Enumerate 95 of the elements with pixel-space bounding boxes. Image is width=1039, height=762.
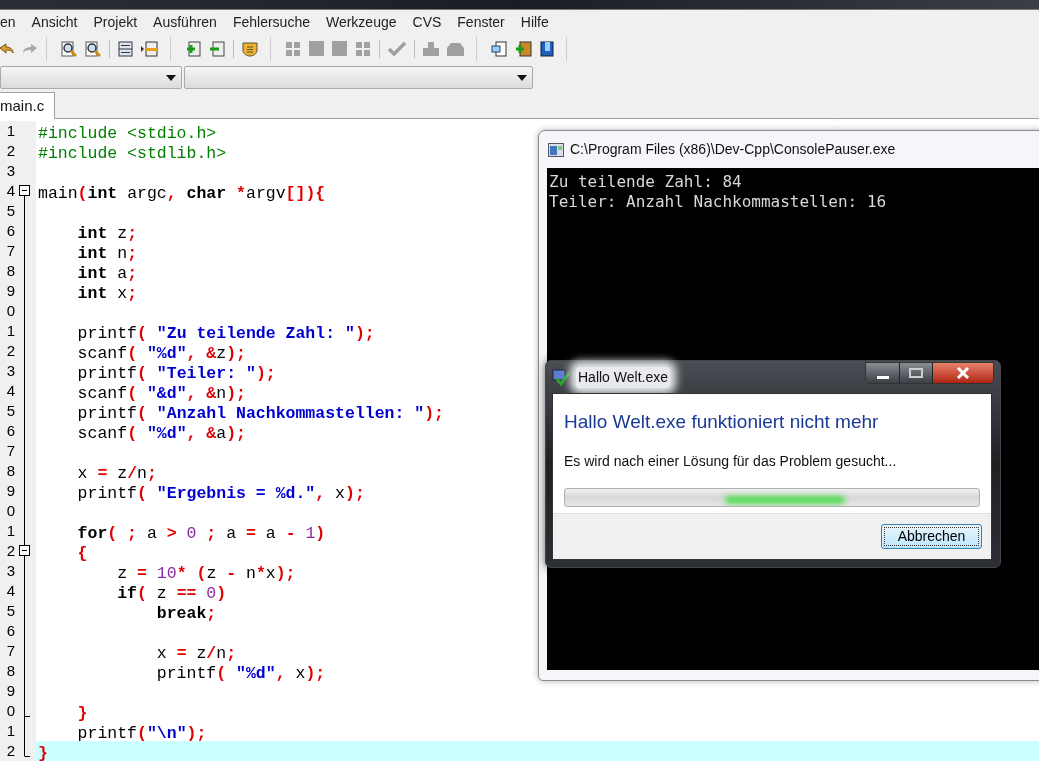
menu-item[interactable]: en xyxy=(0,12,24,33)
menu-item[interactable]: Projekt xyxy=(85,12,146,33)
code-line: printf( "%d", x); xyxy=(155,664,326,683)
line-number: 1 xyxy=(5,121,15,141)
code-line: { xyxy=(76,544,88,563)
line-number: 3 xyxy=(5,361,15,381)
code-line: int z; xyxy=(76,224,138,243)
code-line: break; xyxy=(155,604,217,623)
console-line: Zu teilende Zahl: 84 xyxy=(549,172,742,192)
find-icon[interactable] xyxy=(61,40,77,57)
line-number: 8 xyxy=(5,661,15,681)
maximize-button[interactable] xyxy=(900,363,933,383)
undo-icon[interactable] xyxy=(0,41,14,56)
line-number: 5 xyxy=(5,401,15,421)
line-number: 8 xyxy=(5,461,15,481)
line-number: 7 xyxy=(5,441,15,461)
code-line: printf( "Teiler: "); xyxy=(76,364,276,383)
code-line: int n; xyxy=(76,244,138,263)
line-number: 2 xyxy=(5,541,15,561)
line-number: 1 xyxy=(5,521,15,541)
minimize-button[interactable] xyxy=(866,363,900,383)
fold-toggle-icon[interactable] xyxy=(19,541,30,561)
console-line: Teiler: Anzahl Nachkommastellen: 16 xyxy=(549,192,887,212)
code-line: #include <stdlib.h> xyxy=(38,144,227,163)
line-number: 8 xyxy=(5,261,15,281)
menu-item[interactable]: Fehlersuche xyxy=(224,12,318,33)
line-number: 5 xyxy=(5,201,15,221)
check-icon[interactable] xyxy=(388,41,406,56)
menu-item[interactable]: Ansicht xyxy=(23,12,86,33)
line-number: 5 xyxy=(5,601,15,621)
badge-icon[interactable] xyxy=(242,40,258,57)
rows-icon[interactable] xyxy=(118,40,133,57)
window-title: C:\Program Files (x86)\Dev-Cpp\ConsolePauser.exe xyxy=(570,140,896,159)
line-number: 2 xyxy=(5,341,15,361)
console-icon xyxy=(548,142,564,157)
menu-item[interactable]: Fenster xyxy=(449,12,513,33)
line-number: 0 xyxy=(5,301,15,321)
code-line: printf( "Zu teilende Zahl: "); xyxy=(76,324,375,343)
menu-item[interactable]: Werkzeuge xyxy=(317,12,405,33)
line-number: 6 xyxy=(5,421,15,441)
code-line: } xyxy=(38,744,48,762)
code-line: main(int argc, char *argv[]){ xyxy=(38,184,326,203)
code-line: } xyxy=(76,704,88,723)
code-line: #include <stdio.h> xyxy=(38,124,217,143)
close-icon xyxy=(956,367,970,379)
code-line: int x; xyxy=(76,284,138,303)
cancel-button[interactable]: Abbrechen xyxy=(881,524,982,549)
line-number: 2 xyxy=(5,741,15,761)
menu-item[interactable]: CVS xyxy=(404,12,450,33)
line-number: 0 xyxy=(5,701,15,721)
line-number: 9 xyxy=(5,481,15,501)
code-line: scanf( "&d", &n); xyxy=(76,384,246,403)
book-icon[interactable] xyxy=(540,40,554,57)
code-line: int a; xyxy=(76,264,138,283)
window-icon[interactable] xyxy=(491,40,507,57)
code-line: for( ; a > 0 ; a = a - 1) xyxy=(76,524,326,543)
line-number: 7 xyxy=(5,641,15,661)
menu-item[interactable]: Ausführen xyxy=(145,12,225,33)
line-number: 3 xyxy=(5,161,15,181)
line-number: 2 xyxy=(5,141,15,161)
code-line: scanf( "%d", &a); xyxy=(76,424,246,443)
line-number: 1 xyxy=(5,321,15,341)
line-number: 6 xyxy=(5,621,15,641)
line-number: 4 xyxy=(5,381,15,401)
add-icon[interactable] xyxy=(185,40,201,57)
line-number: 3 xyxy=(5,561,15,581)
line-number: 1 xyxy=(5,721,15,741)
code-line: printf( "Ergebnis = %d.", x); xyxy=(76,484,365,503)
file-tab[interactable]: main.c xyxy=(0,92,56,119)
program-icon xyxy=(552,368,570,386)
caret-icon xyxy=(517,74,527,81)
caret-icon xyxy=(166,74,176,81)
menu-item[interactable]: Hilfe xyxy=(512,12,557,33)
line-number: 9 xyxy=(5,681,15,701)
code-line: z = 10* (z - n*x); xyxy=(116,564,296,583)
line-number: 6 xyxy=(5,221,15,241)
line-number: 4 xyxy=(5,181,15,201)
add-file-icon[interactable] xyxy=(515,40,532,57)
code-line: scanf( "%d", &z); xyxy=(76,344,246,363)
code-line: x = z/n; xyxy=(155,644,237,663)
dialog-heading: Hallo Welt.exe funktioniert nicht mehr xyxy=(564,410,880,434)
close-button[interactable] xyxy=(933,363,993,383)
dialog-title: Hallo Welt.exe xyxy=(576,366,670,388)
line-number: 9 xyxy=(5,281,15,301)
line-number: 0 xyxy=(5,501,15,521)
code-line: if( z == 0) xyxy=(116,584,227,603)
line-number: 7 xyxy=(5,241,15,261)
code-line: x = z/n; xyxy=(76,464,157,483)
code-line: printf("\n"); xyxy=(76,724,207,743)
find-icon[interactable] xyxy=(85,40,101,57)
remove-icon[interactable] xyxy=(209,40,225,57)
dialog-message: Es wird nach einer Lösung für das Problem gesucht... xyxy=(564,451,898,471)
code-line: printf( "Anzahl Nachkommastellen: "); xyxy=(76,404,444,423)
insert-row-icon[interactable] xyxy=(141,40,158,57)
line-number: 4 xyxy=(5,581,15,601)
